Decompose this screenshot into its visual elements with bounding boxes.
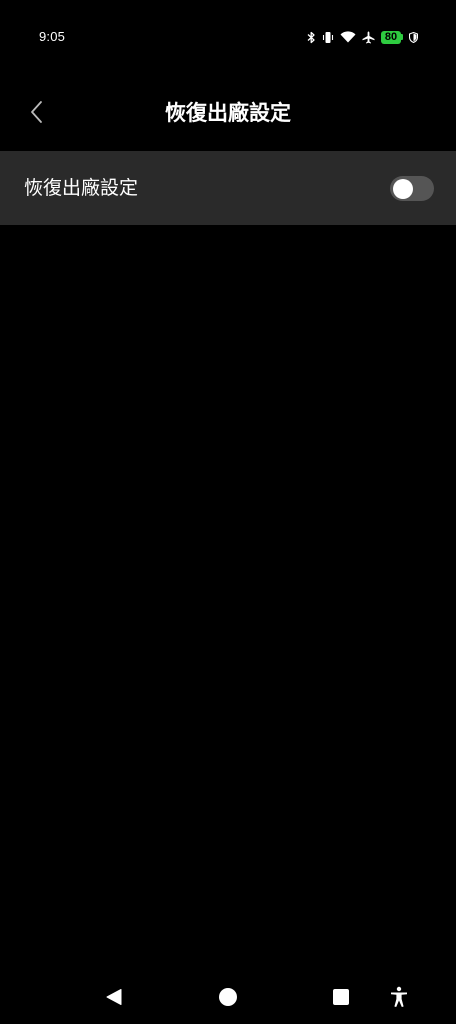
accessibility-icon bbox=[391, 986, 407, 1007]
factory-reset-row[interactable]: 恢復出廠設定 bbox=[0, 151, 456, 225]
nav-back-button[interactable] bbox=[101, 984, 127, 1010]
factory-reset-label: 恢復出廠設定 bbox=[24, 177, 139, 199]
page-title: 恢復出廠設定 bbox=[165, 101, 291, 125]
navigation-bar bbox=[0, 970, 456, 1024]
wifi-icon bbox=[340, 31, 356, 43]
battery-icon: 80 bbox=[381, 30, 403, 44]
airplane-icon bbox=[362, 31, 375, 44]
status-time: 9:05 bbox=[39, 29, 66, 44]
factory-reset-toggle[interactable] bbox=[390, 176, 434, 201]
shield-icon bbox=[409, 31, 418, 43]
battery-level: 80 bbox=[381, 30, 401, 44]
nav-recents-button[interactable] bbox=[328, 984, 354, 1010]
nav-accessibility-button[interactable] bbox=[386, 984, 412, 1010]
home-circle-icon bbox=[219, 988, 237, 1006]
bluetooth-icon bbox=[307, 31, 316, 44]
status-icons: 80 bbox=[307, 28, 418, 46]
recents-square-icon bbox=[333, 989, 349, 1005]
nav-home-button[interactable] bbox=[215, 984, 241, 1010]
toggle-knob bbox=[393, 178, 413, 199]
vibrate-icon bbox=[322, 31, 334, 44]
app-header: 恢復出廠設定 bbox=[0, 74, 456, 151]
status-bar: 9:05 80 bbox=[0, 0, 456, 74]
back-triangle-icon bbox=[106, 989, 122, 1005]
